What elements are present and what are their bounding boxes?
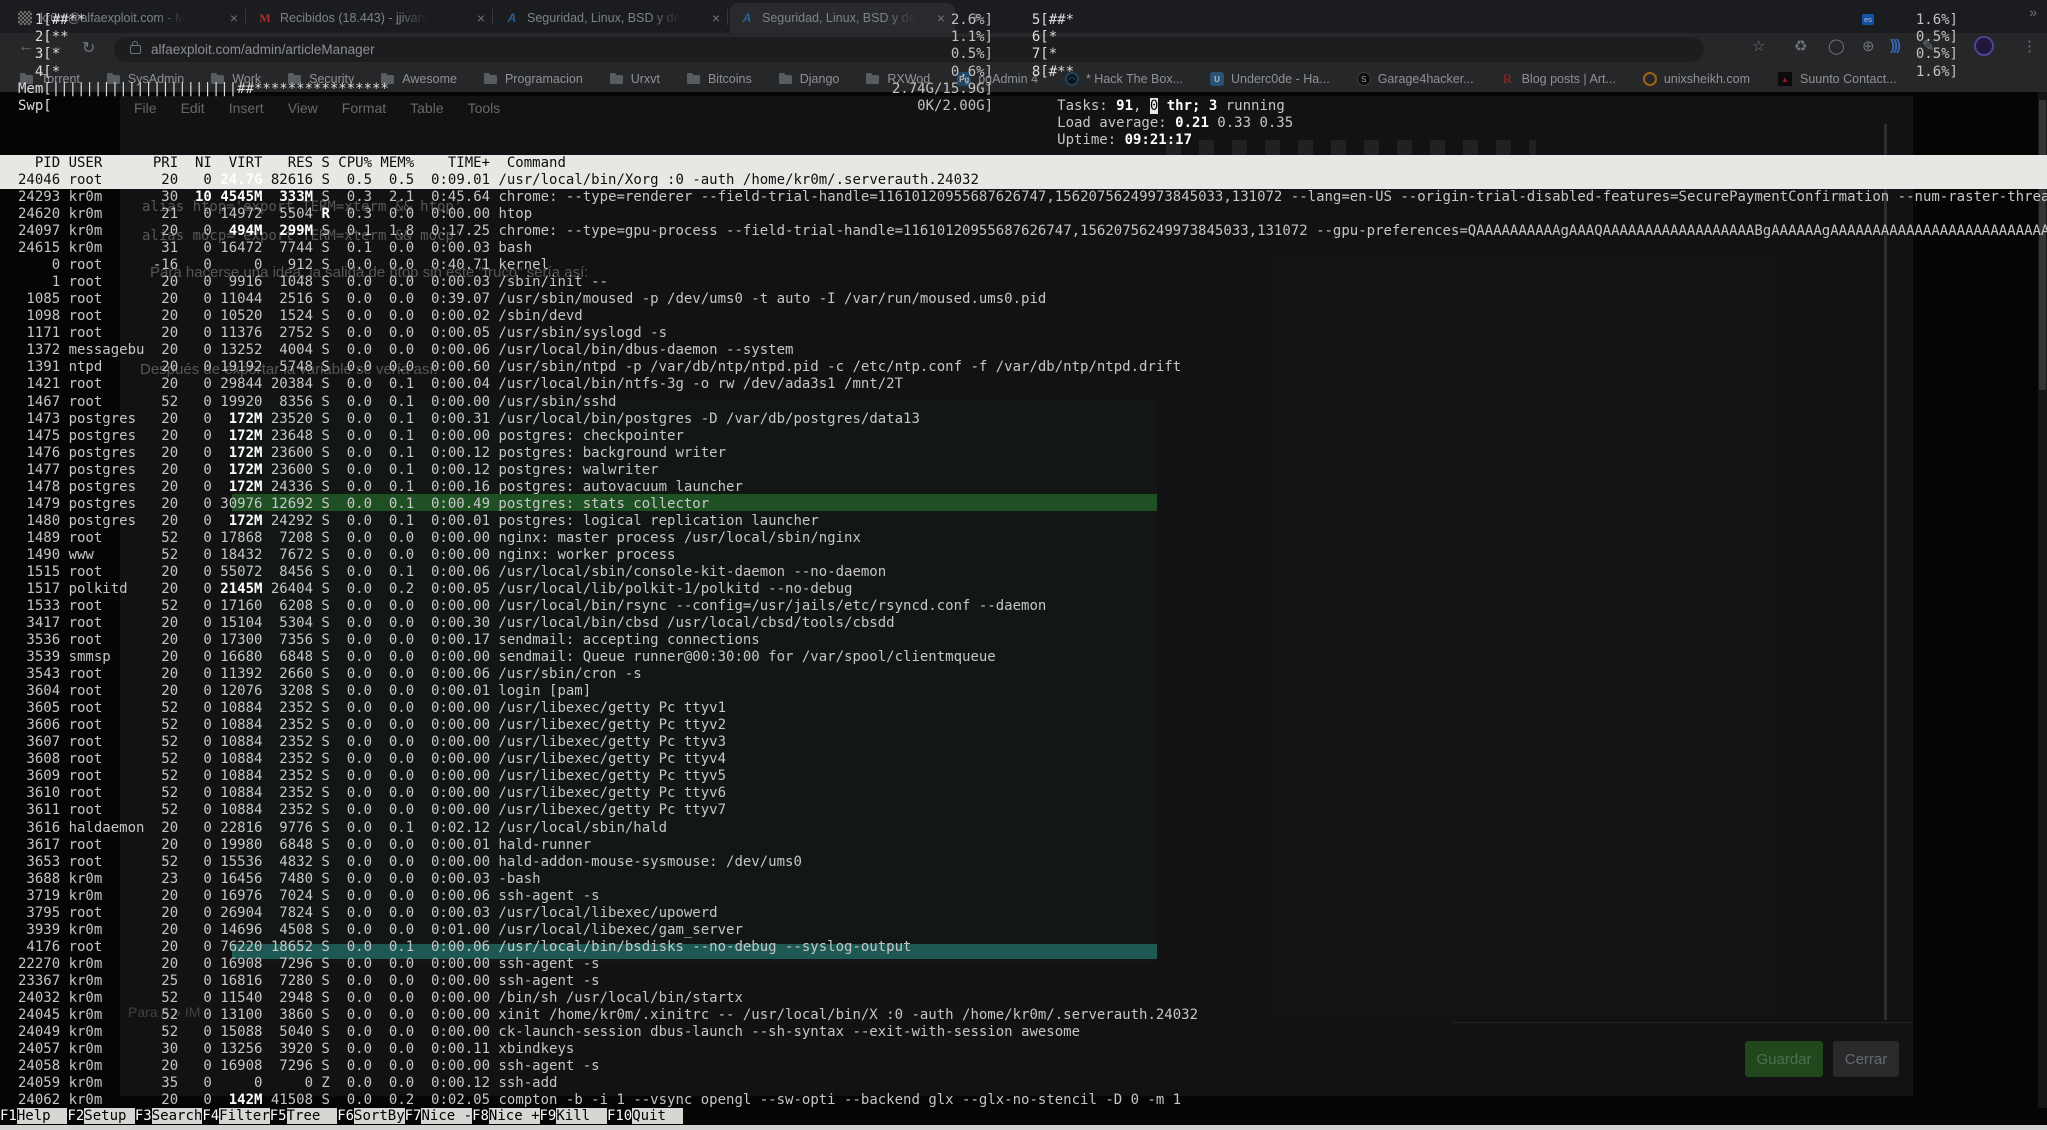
process-row[interactable]: 1517 polkitd 20 0 2145M 26404 S 0.0 0.2 … xyxy=(0,581,2047,598)
process-row[interactable]: 23367 kr0m 25 0 16816 7280 S 0.0 0.0 0:0… xyxy=(0,973,2047,990)
process-row[interactable]: 1475 postgres 20 0 172M 23648 S 0.0 0.1 … xyxy=(0,428,2047,445)
process-row[interactable]: 3606 root 52 0 10884 2352 S 0.0 0.0 0:00… xyxy=(0,717,2047,734)
process-row[interactable]: 24059 kr0m 35 0 0 0 Z 0.0 0.0 0:00.12 ss… xyxy=(0,1075,2047,1092)
fkey-filter[interactable]: F4Filter xyxy=(202,1108,269,1125)
process-row[interactable]: 1421 root 20 0 29844 20384 S 0.0 0.1 0:0… xyxy=(0,376,2047,393)
swp-meter: Swp[0K/2.00G] xyxy=(18,98,993,115)
process-row[interactable]: 3417 root 20 0 15104 5304 S 0.0 0.0 0:00… xyxy=(0,615,2047,632)
process-row[interactable]: 1171 root 20 0 11376 2752 S 0.0 0.0 0:00… xyxy=(0,325,2047,342)
process-row[interactable]: 1391 ntpd 20 0 19192 5748 S 0.0 0.0 0:00… xyxy=(0,359,2047,376)
process-row[interactable]: 24032 kr0m 52 0 11540 2948 S 0.0 0.0 0:0… xyxy=(0,990,2047,1007)
cpu-2-meter: 2[**1.1%] xyxy=(18,29,993,46)
fkey-nice-[interactable]: F8Nice + xyxy=(472,1108,539,1125)
fkey-help[interactable]: F1Help xyxy=(0,1108,67,1125)
process-row[interactable]: 1372 messagebu 20 0 13252 4004 S 0.0 0.0… xyxy=(0,342,2047,359)
process-row[interactable]: 1098 root 20 0 10520 1524 S 0.0 0.0 0:00… xyxy=(0,308,2047,325)
process-row[interactable]: 3608 root 52 0 10884 2352 S 0.0 0.0 0:00… xyxy=(0,751,2047,768)
process-row[interactable]: 3719 kr0m 20 0 16976 7024 S 0.0 0.0 0:00… xyxy=(0,888,2047,905)
process-row[interactable]: 24045 kr0m 52 0 13100 3860 S 0.0 0.0 0:0… xyxy=(0,1007,2047,1024)
fkey-sortby[interactable]: F6SortBy xyxy=(337,1108,404,1125)
process-row[interactable]: 3604 root 20 0 12076 3208 S 0.0 0.0 0:00… xyxy=(0,683,2047,700)
process-row[interactable]: 1473 postgres 20 0 172M 23520 S 0.0 0.1 … xyxy=(0,411,2047,428)
process-row[interactable]: 1478 postgres 20 0 172M 24336 S 0.0 0.1 … xyxy=(0,479,2047,496)
cpu-1-meter: 1[##**2.6%] xyxy=(18,12,993,29)
process-row[interactable]: 3617 root 20 0 19980 6848 S 0.0 0.0 0:00… xyxy=(0,837,2047,854)
process-table-header[interactable]: PID USER PRI NI VIRT RES S CPU% MEM% TIM… xyxy=(0,155,2047,172)
htop-terminal: 1[##**2.6%] 2[**1.1%] 3[*0.5%] 4[*0.6%]M… xyxy=(0,0,2047,1130)
fkey-tree[interactable]: F5Tree xyxy=(270,1108,337,1125)
process-row[interactable]: 1477 postgres 20 0 172M 23600 S 0.0 0.1 … xyxy=(0,462,2047,479)
fkey-kill[interactable]: F9Kill xyxy=(540,1108,607,1125)
cpu-8-meter: 8[#**1.6%] xyxy=(1015,64,1958,81)
process-row[interactable]: 3607 root 52 0 10884 2352 S 0.0 0.0 0:00… xyxy=(0,734,2047,751)
process-row[interactable]: 1476 postgres 20 0 172M 23600 S 0.0 0.1 … xyxy=(0,445,2047,462)
process-row[interactable]: 24057 kr0m 30 0 13256 3920 S 0.0 0.0 0:0… xyxy=(0,1041,2047,1058)
cpu-4-meter: 4[*0.6%] xyxy=(18,64,993,81)
fkey-nice-[interactable]: F7Nice - xyxy=(405,1108,472,1125)
process-row[interactable]: 3653 root 52 0 15536 4832 S 0.0 0.0 0:00… xyxy=(0,854,2047,871)
process-row[interactable]: 1479 postgres 20 0 30976 12692 S 0.0 0.1… xyxy=(0,496,2047,513)
load-average-line: Load average: 0.21 0.33 0.35 xyxy=(1015,98,1293,115)
process-row[interactable]: 24097 kr0m 20 0 494M 299M S 0.1 1.8 0:17… xyxy=(0,223,2047,240)
bottom-edge-strip xyxy=(0,1125,2047,1130)
process-row[interactable]: 3611 root 52 0 10884 2352 S 0.0 0.0 0:00… xyxy=(0,802,2047,819)
process-row[interactable]: 24620 kr0m 21 0 14972 5504 R 0.3 0.0 0:0… xyxy=(0,206,2047,223)
cpu-7-meter: 7[*0.5%] xyxy=(1015,46,1958,63)
process-row[interactable]: 3795 root 20 0 26904 7824 S 0.0 0.0 0:00… xyxy=(0,905,2047,922)
process-row[interactable]: 24058 kr0m 20 0 16908 7296 S 0.0 0.0 0:0… xyxy=(0,1058,2047,1075)
process-row[interactable]: 1489 root 52 0 17868 7208 S 0.0 0.0 0:00… xyxy=(0,530,2047,547)
process-row[interactable]: 3543 root 20 0 11392 2660 S 0.0 0.0 0:00… xyxy=(0,666,2047,683)
process-row[interactable]: 1515 root 20 0 55072 8456 S 0.0 0.1 0:00… xyxy=(0,564,2047,581)
process-row[interactable]: 3610 root 52 0 10884 2352 S 0.0 0.0 0:00… xyxy=(0,785,2047,802)
process-row[interactable]: 3536 root 20 0 17300 7356 S 0.0 0.0 0:00… xyxy=(0,632,2047,649)
process-row[interactable]: 1480 postgres 20 0 172M 24292 S 0.0 0.1 … xyxy=(0,513,2047,530)
fkey-setup[interactable]: F2Setup xyxy=(67,1108,134,1125)
process-row[interactable]: 24049 kr0m 52 0 15088 5040 S 0.0 0.0 0:0… xyxy=(0,1024,2047,1041)
process-row[interactable]: 3605 root 52 0 10884 2352 S 0.0 0.0 0:00… xyxy=(0,700,2047,717)
process-row[interactable]: 1533 root 52 0 17160 6208 S 0.0 0.0 0:00… xyxy=(0,598,2047,615)
process-row[interactable]: 24615 kr0m 31 0 16472 7744 S 0.1 0.0 0:0… xyxy=(0,240,2047,257)
process-row[interactable]: 3609 root 52 0 10884 2352 S 0.0 0.0 0:00… xyxy=(0,768,2047,785)
process-row[interactable]: 1 root 20 0 9916 1048 S 0.0 0.0 0:00.03 … xyxy=(0,274,2047,291)
fkey-quit[interactable]: F10Quit xyxy=(607,1108,683,1125)
process-row[interactable]: 24046 root 20 0 24.7G 82616 S 0.5 0.5 0:… xyxy=(0,172,2047,189)
tasks-line: Tasks: 91, 0 thr; 3 running xyxy=(1015,81,1285,98)
fkey-search[interactable]: F3Search xyxy=(135,1108,202,1125)
process-row[interactable]: 22270 kr0m 20 0 16908 7296 S 0.0 0.0 0:0… xyxy=(0,956,2047,973)
process-row[interactable]: 3939 kr0m 20 0 14696 4508 S 0.0 0.0 0:01… xyxy=(0,922,2047,939)
process-row[interactable]: 0 root -16 0 0 912 S 0.0 0.0 0:40.71 ker… xyxy=(0,257,2047,274)
cpu-3-meter: 3[*0.5%] xyxy=(18,46,993,63)
process-row[interactable]: 1085 root 20 0 11044 2516 S 0.0 0.0 0:39… xyxy=(0,291,2047,308)
process-row[interactable]: 24293 kr0m 30 10 4545M 333M S 0.3 2.1 0:… xyxy=(0,189,2047,206)
cpu-5-meter: 5[##*1.6%] xyxy=(1015,12,1958,29)
process-row[interactable]: 24062 kr0m 20 0 142M 41508 S 0.0 0.2 0:0… xyxy=(0,1092,2047,1109)
process-row[interactable]: 1490 www 52 0 18432 7672 S 0.0 0.0 0:00.… xyxy=(0,547,2047,564)
htop-function-key-bar: F1Help F2Setup F3SearchF4FilterF5Tree F6… xyxy=(0,1108,2047,1125)
process-row[interactable]: 3539 smmsp 20 0 16680 6848 S 0.0 0.0 0:0… xyxy=(0,649,2047,666)
process-row[interactable]: 1467 root 52 0 19920 8356 S 0.0 0.1 0:00… xyxy=(0,394,2047,411)
process-row[interactable]: 3688 kr0m 23 0 16456 7480 S 0.0 0.0 0:00… xyxy=(0,871,2047,888)
process-row[interactable]: 3616 haldaemon 20 0 22816 9776 S 0.0 0.1… xyxy=(0,820,2047,837)
process-row[interactable]: 4176 root 20 0 76220 18652 S 0.0 0.1 0:0… xyxy=(0,939,2047,956)
cpu-6-meter: 6[*0.5%] xyxy=(1015,29,1958,46)
uptime-line: Uptime: 09:21:17 xyxy=(1015,115,1192,132)
mem-meter: Mem[||||||||||||||||||||||##************… xyxy=(18,81,993,98)
